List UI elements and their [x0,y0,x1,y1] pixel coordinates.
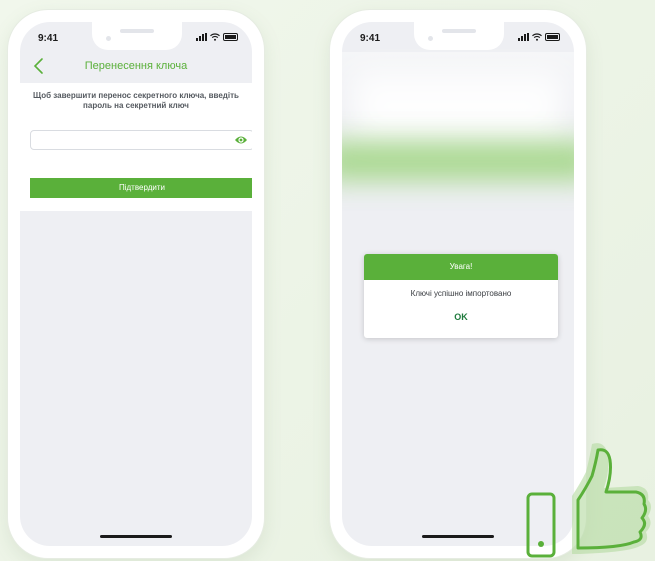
ok-button[interactable]: OK [454,312,468,322]
battery-icon [223,33,238,41]
instruction-text: Щоб завершити перенос секретного ключа, … [33,91,239,110]
wifi-icon [210,33,220,41]
blurred-background-green-band [342,142,574,180]
confirm-button[interactable]: Підтвердити [30,178,252,198]
speaker-grille [442,29,476,33]
status-icons [196,33,238,41]
nav-header: Перенесення ключа [20,52,252,82]
status-icons [518,33,560,41]
status-time: 9:41 [38,33,59,44]
phone-frame-left: 9:41 Перенесення ключа Щоб завершити пер… [8,10,264,558]
eye-icon[interactable] [234,134,248,146]
alert-dialog: Увага! Ключі успішно імпортовано OK [364,254,558,338]
dialog-message: Ключі успішно імпортовано [410,289,512,298]
camera-dot [428,36,433,41]
blurred-background-panel [352,72,564,142]
home-indicator[interactable] [100,535,172,538]
wifi-icon [532,33,542,41]
thumbs-up-icon [526,443,651,558]
camera-dot [106,36,111,41]
screen-left: 9:41 Перенесення ключа Щоб завершити пер… [20,22,252,546]
home-indicator[interactable] [422,535,494,538]
page-title: Перенесення ключа [84,60,188,72]
speaker-grille [120,29,154,33]
status-time: 9:41 [360,33,381,44]
phone-notch [414,22,504,50]
battery-icon [545,33,560,41]
password-input[interactable] [30,130,252,150]
dialog-title: Увага! [364,254,558,280]
key-transfer-form: Щоб завершити перенос секретного ключа, … [20,83,252,211]
cellular-signal-icon [518,33,529,41]
phone-notch [92,22,182,50]
cellular-signal-icon [196,33,207,41]
